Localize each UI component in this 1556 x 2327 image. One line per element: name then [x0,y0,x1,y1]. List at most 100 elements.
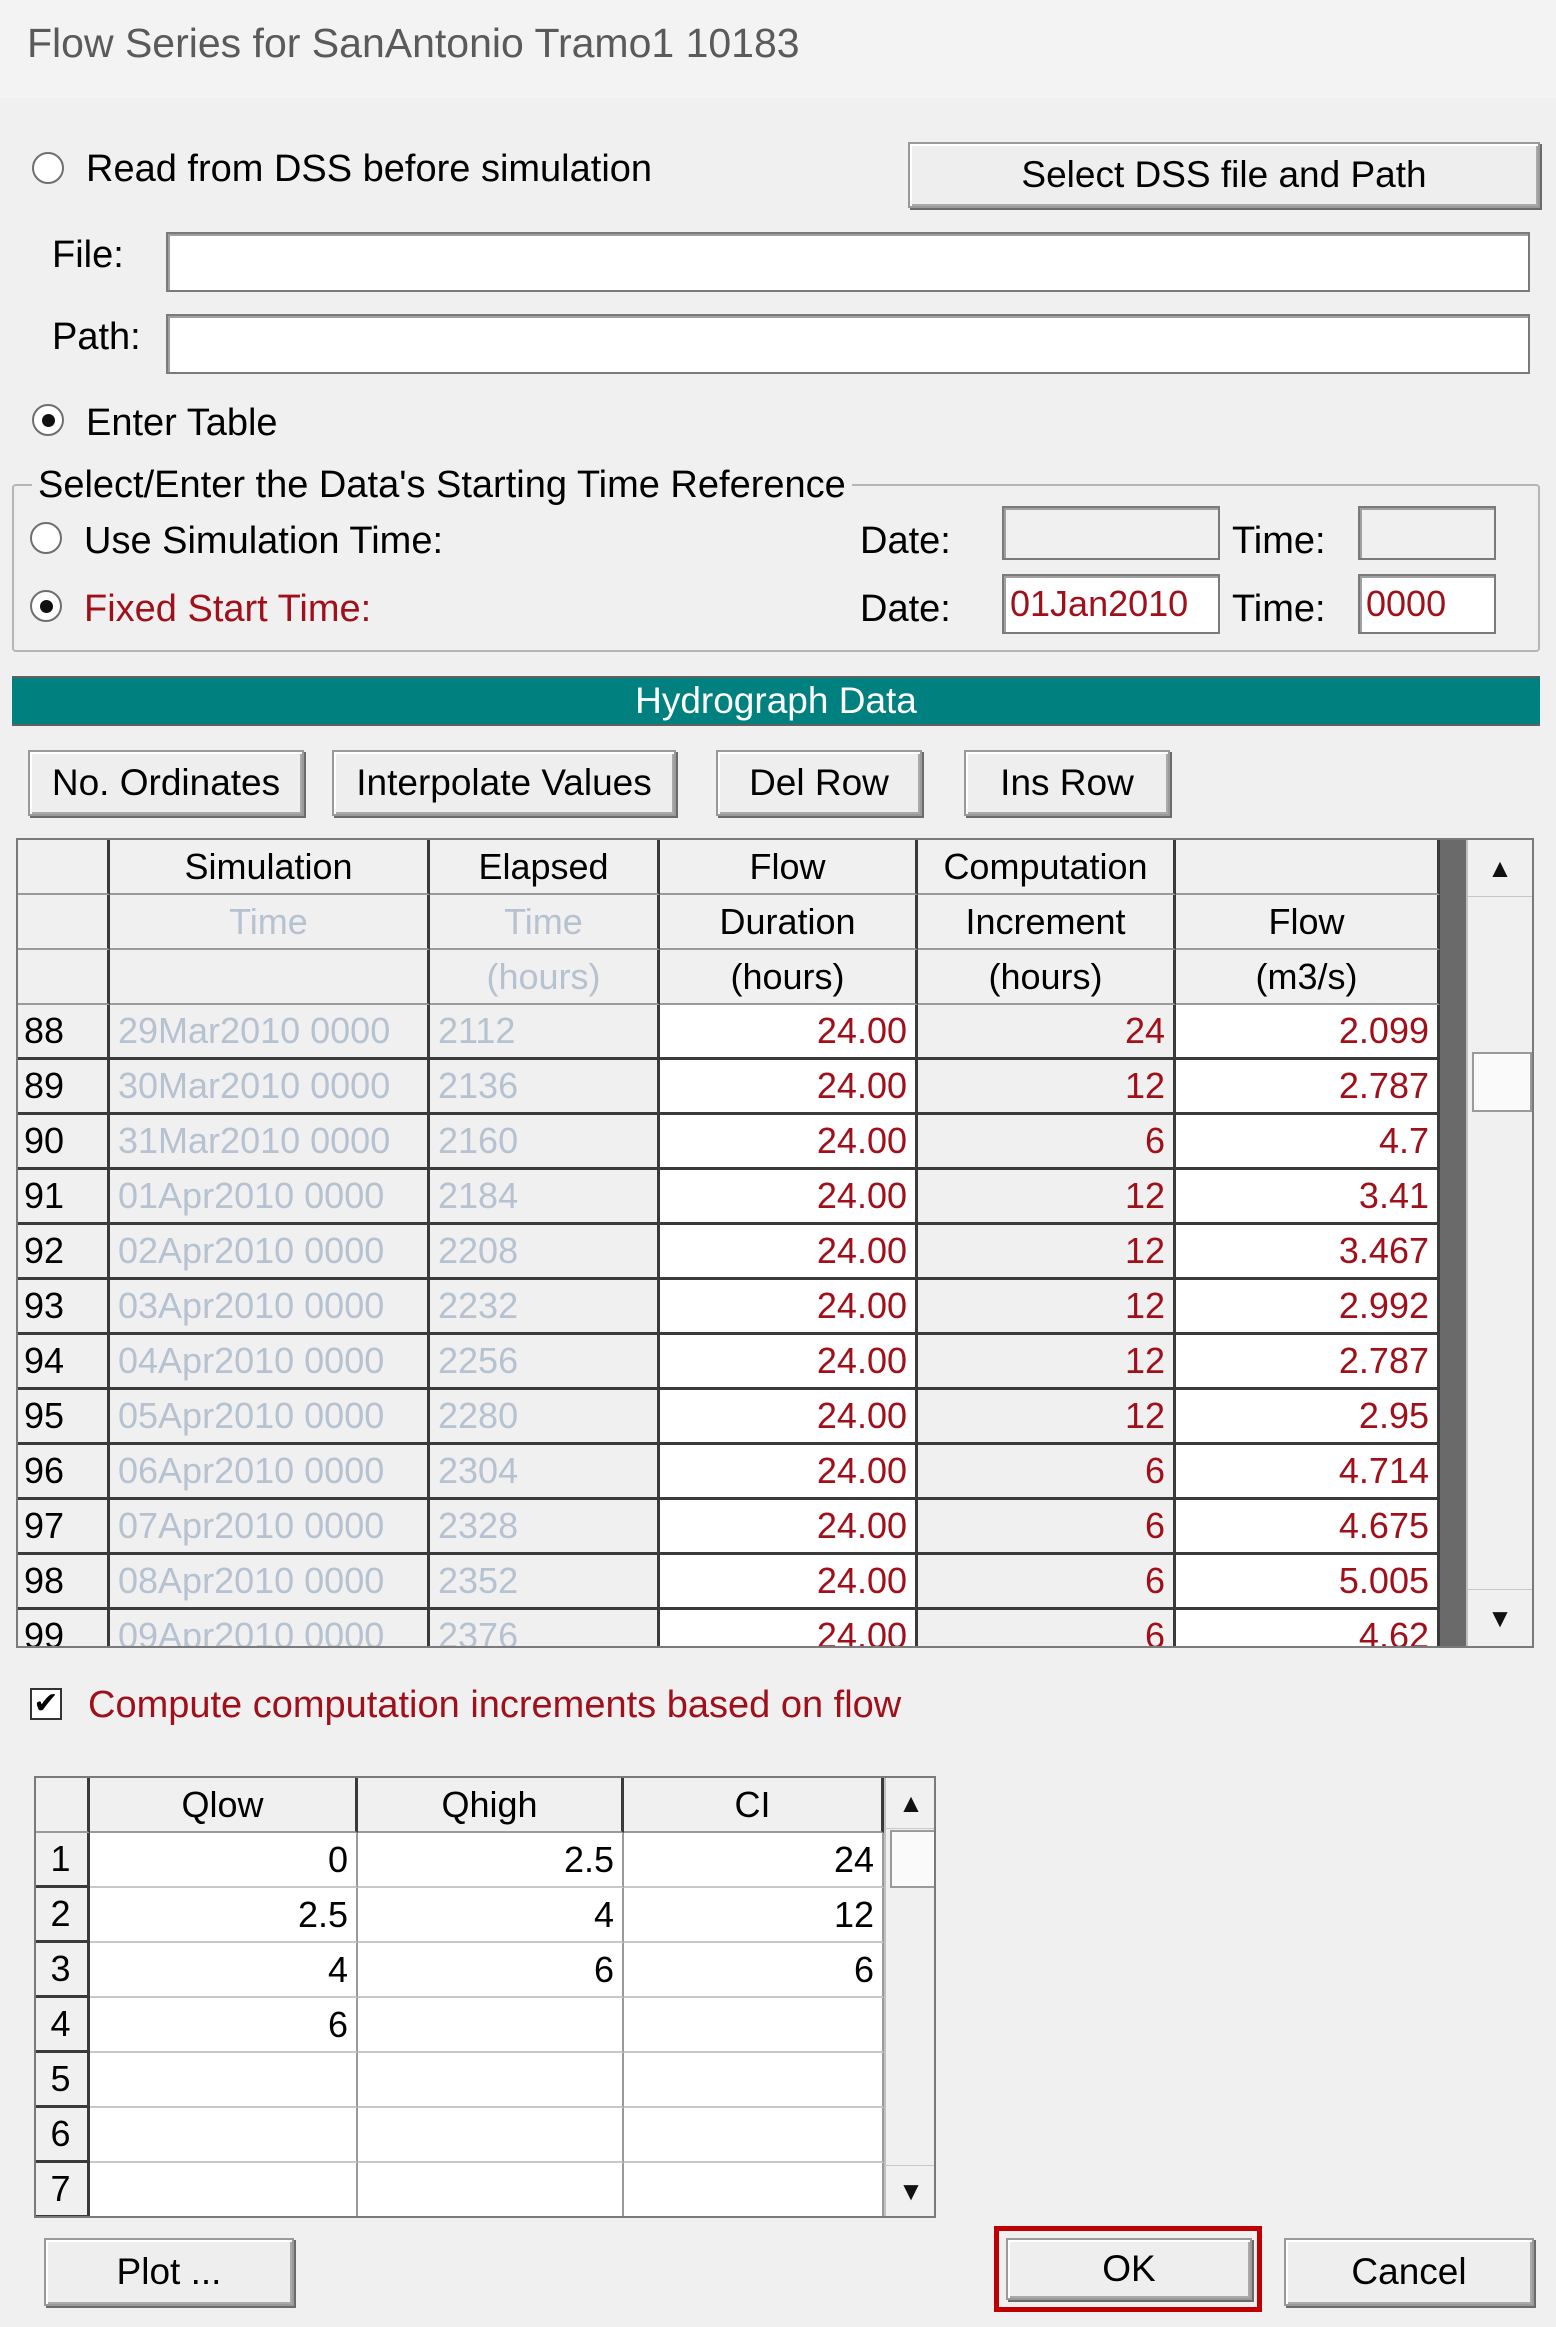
plot-button[interactable]: Plot ... [44,2238,294,2306]
ci-ci-cell[interactable] [624,2108,884,2163]
row-header-corner [18,950,110,1005]
computation-increment-cell[interactable]: 12 [918,1060,1176,1115]
flow-value-cell[interactable]: 2.099 [1176,1005,1440,1060]
column-header: Elapsed [430,840,660,895]
column-header: Flow [1176,895,1440,950]
flow-value-cell[interactable]: 2.787 [1176,1335,1440,1390]
flow-value-cell[interactable]: 2.992 [1176,1280,1440,1335]
ok-button[interactable]: OK [1006,2238,1252,2300]
computation-increment-cell[interactable]: 6 [918,1445,1176,1500]
computation-increment-cell[interactable]: 6 [918,1610,1176,1646]
computation-increment-cell[interactable]: 24 [918,1005,1176,1060]
scroll-down-icon[interactable]: ▼ [1468,1589,1532,1646]
computation-increment-cell[interactable]: 12 [918,1335,1176,1390]
ci-qlow-cell[interactable] [90,2163,358,2216]
ci-qlow-cell[interactable]: 2.5 [90,1888,358,1943]
flow-duration-cell[interactable]: 24.00 [660,1500,918,1555]
computation-increment-cell[interactable]: 12 [918,1170,1176,1225]
row-header-corner [18,840,110,895]
scroll-up-icon[interactable]: ▲ [1468,840,1532,897]
flow-value-cell[interactable]: 4.62 [1176,1610,1440,1646]
fixed-date-field[interactable]: 01Jan2010 [1002,574,1220,634]
flow-value-cell[interactable]: 4.714 [1176,1445,1440,1500]
row-number: 97 [18,1500,110,1555]
row-number: 92 [18,1225,110,1280]
file-field[interactable] [166,232,1530,292]
ci-qhigh-cell[interactable] [358,2053,624,2108]
flow-duration-cell[interactable]: 24.00 [660,1225,918,1280]
ci-qlow-cell[interactable] [90,2108,358,2163]
ci-scroll-thumb[interactable] [890,1830,934,1888]
elapsed-time-cell: 2328 [430,1500,660,1555]
flow-value-cell[interactable]: 3.467 [1176,1225,1440,1280]
flow-duration-cell[interactable]: 24.00 [660,1445,918,1500]
ci-ci-cell[interactable] [624,1998,884,2053]
flow-duration-cell[interactable]: 24.00 [660,1335,918,1390]
use-simulation-time-radio[interactable] [30,522,62,554]
ci-ci-cell[interactable]: 12 [624,1888,884,1943]
flow-duration-cell[interactable]: 24.00 [660,1390,918,1445]
hydrograph-scrollbar[interactable]: ▲ ▼ [1466,840,1532,1646]
read-dss-radio[interactable] [32,152,64,184]
ins-row-button[interactable]: Ins Row [964,750,1170,816]
computation-increment-cell[interactable]: 6 [918,1115,1176,1170]
flow-value-cell[interactable]: 4.675 [1176,1500,1440,1555]
no-ordinates-button[interactable]: No. Ordinates [28,750,304,816]
cancel-button[interactable]: Cancel [1284,2238,1534,2306]
elapsed-time-cell: 2352 [430,1555,660,1610]
ci-qhigh-cell[interactable]: 2.5 [358,1833,624,1888]
computation-increment-cell[interactable]: 12 [918,1225,1176,1280]
ci-ci-cell[interactable]: 6 [624,1943,884,1998]
ci-qhigh-cell[interactable] [358,2163,624,2216]
sim-date-label: Date: [860,520,951,562]
column-header: (hours) [430,950,660,1005]
flow-duration-cell[interactable]: 24.00 [660,1280,918,1335]
ci-scroll-down-icon[interactable]: ▼ [886,2165,934,2216]
select-dss-button[interactable]: Select DSS file and Path [908,142,1540,208]
computation-increment-cell[interactable]: 6 [918,1500,1176,1555]
flow-duration-cell[interactable]: 24.00 [660,1170,918,1225]
flow-value-cell[interactable]: 2.95 [1176,1390,1440,1445]
elapsed-time-cell: 2208 [430,1225,660,1280]
ci-scroll-up-icon[interactable]: ▲ [886,1778,934,1829]
path-field[interactable] [166,314,1530,374]
ci-row-number: 1 [36,1833,90,1888]
ci-qlow-cell[interactable] [90,2053,358,2108]
interpolate-values-button[interactable]: Interpolate Values [332,750,676,816]
ci-qlow-cell[interactable]: 6 [90,1998,358,2053]
flow-value-cell[interactable]: 3.41 [1176,1170,1440,1225]
flow-duration-cell[interactable]: 24.00 [660,1005,918,1060]
file-label: File: [52,234,124,276]
flow-value-cell[interactable]: 5.005 [1176,1555,1440,1610]
del-row-button[interactable]: Del Row [716,750,922,816]
ci-qlow-cell[interactable]: 4 [90,1943,358,1998]
flow-duration-cell[interactable]: 24.00 [660,1555,918,1610]
flow-duration-cell[interactable]: 24.00 [660,1115,918,1170]
ci-ci-cell[interactable] [624,2163,884,2216]
ci-ci-cell[interactable]: 24 [624,1833,884,1888]
flow-value-cell[interactable]: 2.787 [1176,1060,1440,1115]
ci-qlow-cell[interactable]: 0 [90,1833,358,1888]
ci-qhigh-cell[interactable] [358,2108,624,2163]
ci-column-header: CI [624,1778,884,1833]
scroll-thumb[interactable] [1472,1052,1532,1112]
flow-duration-cell[interactable]: 24.00 [660,1610,918,1646]
read-dss-label: Read from DSS before simulation [86,148,653,190]
flow-value-cell[interactable]: 4.7 [1176,1115,1440,1170]
ci-ci-cell[interactable] [624,2053,884,2108]
computation-increment-cell[interactable]: 12 [918,1280,1176,1335]
time-reference-title: Select/Enter the Data's Starting Time Re… [32,466,852,504]
compute-increments-checkbox[interactable]: ✔ [30,1688,62,1720]
flow-duration-cell[interactable]: 24.00 [660,1060,918,1115]
computation-increment-cell[interactable]: 12 [918,1390,1176,1445]
ci-qhigh-cell[interactable]: 6 [358,1943,624,1998]
sim-time-label: Time: [1232,520,1326,562]
fixed-time-field[interactable]: 0000 [1358,574,1496,634]
computation-increment-cell[interactable]: 6 [918,1555,1176,1610]
fixed-start-time-radio[interactable] [30,590,62,622]
simulation-time-cell: 03Apr2010 0000 [110,1280,430,1335]
ci-scrollbar[interactable]: ▲ ▼ [884,1778,934,2216]
ci-qhigh-cell[interactable]: 4 [358,1888,624,1943]
enter-table-radio[interactable] [32,404,64,436]
ci-qhigh-cell[interactable] [358,1998,624,2053]
